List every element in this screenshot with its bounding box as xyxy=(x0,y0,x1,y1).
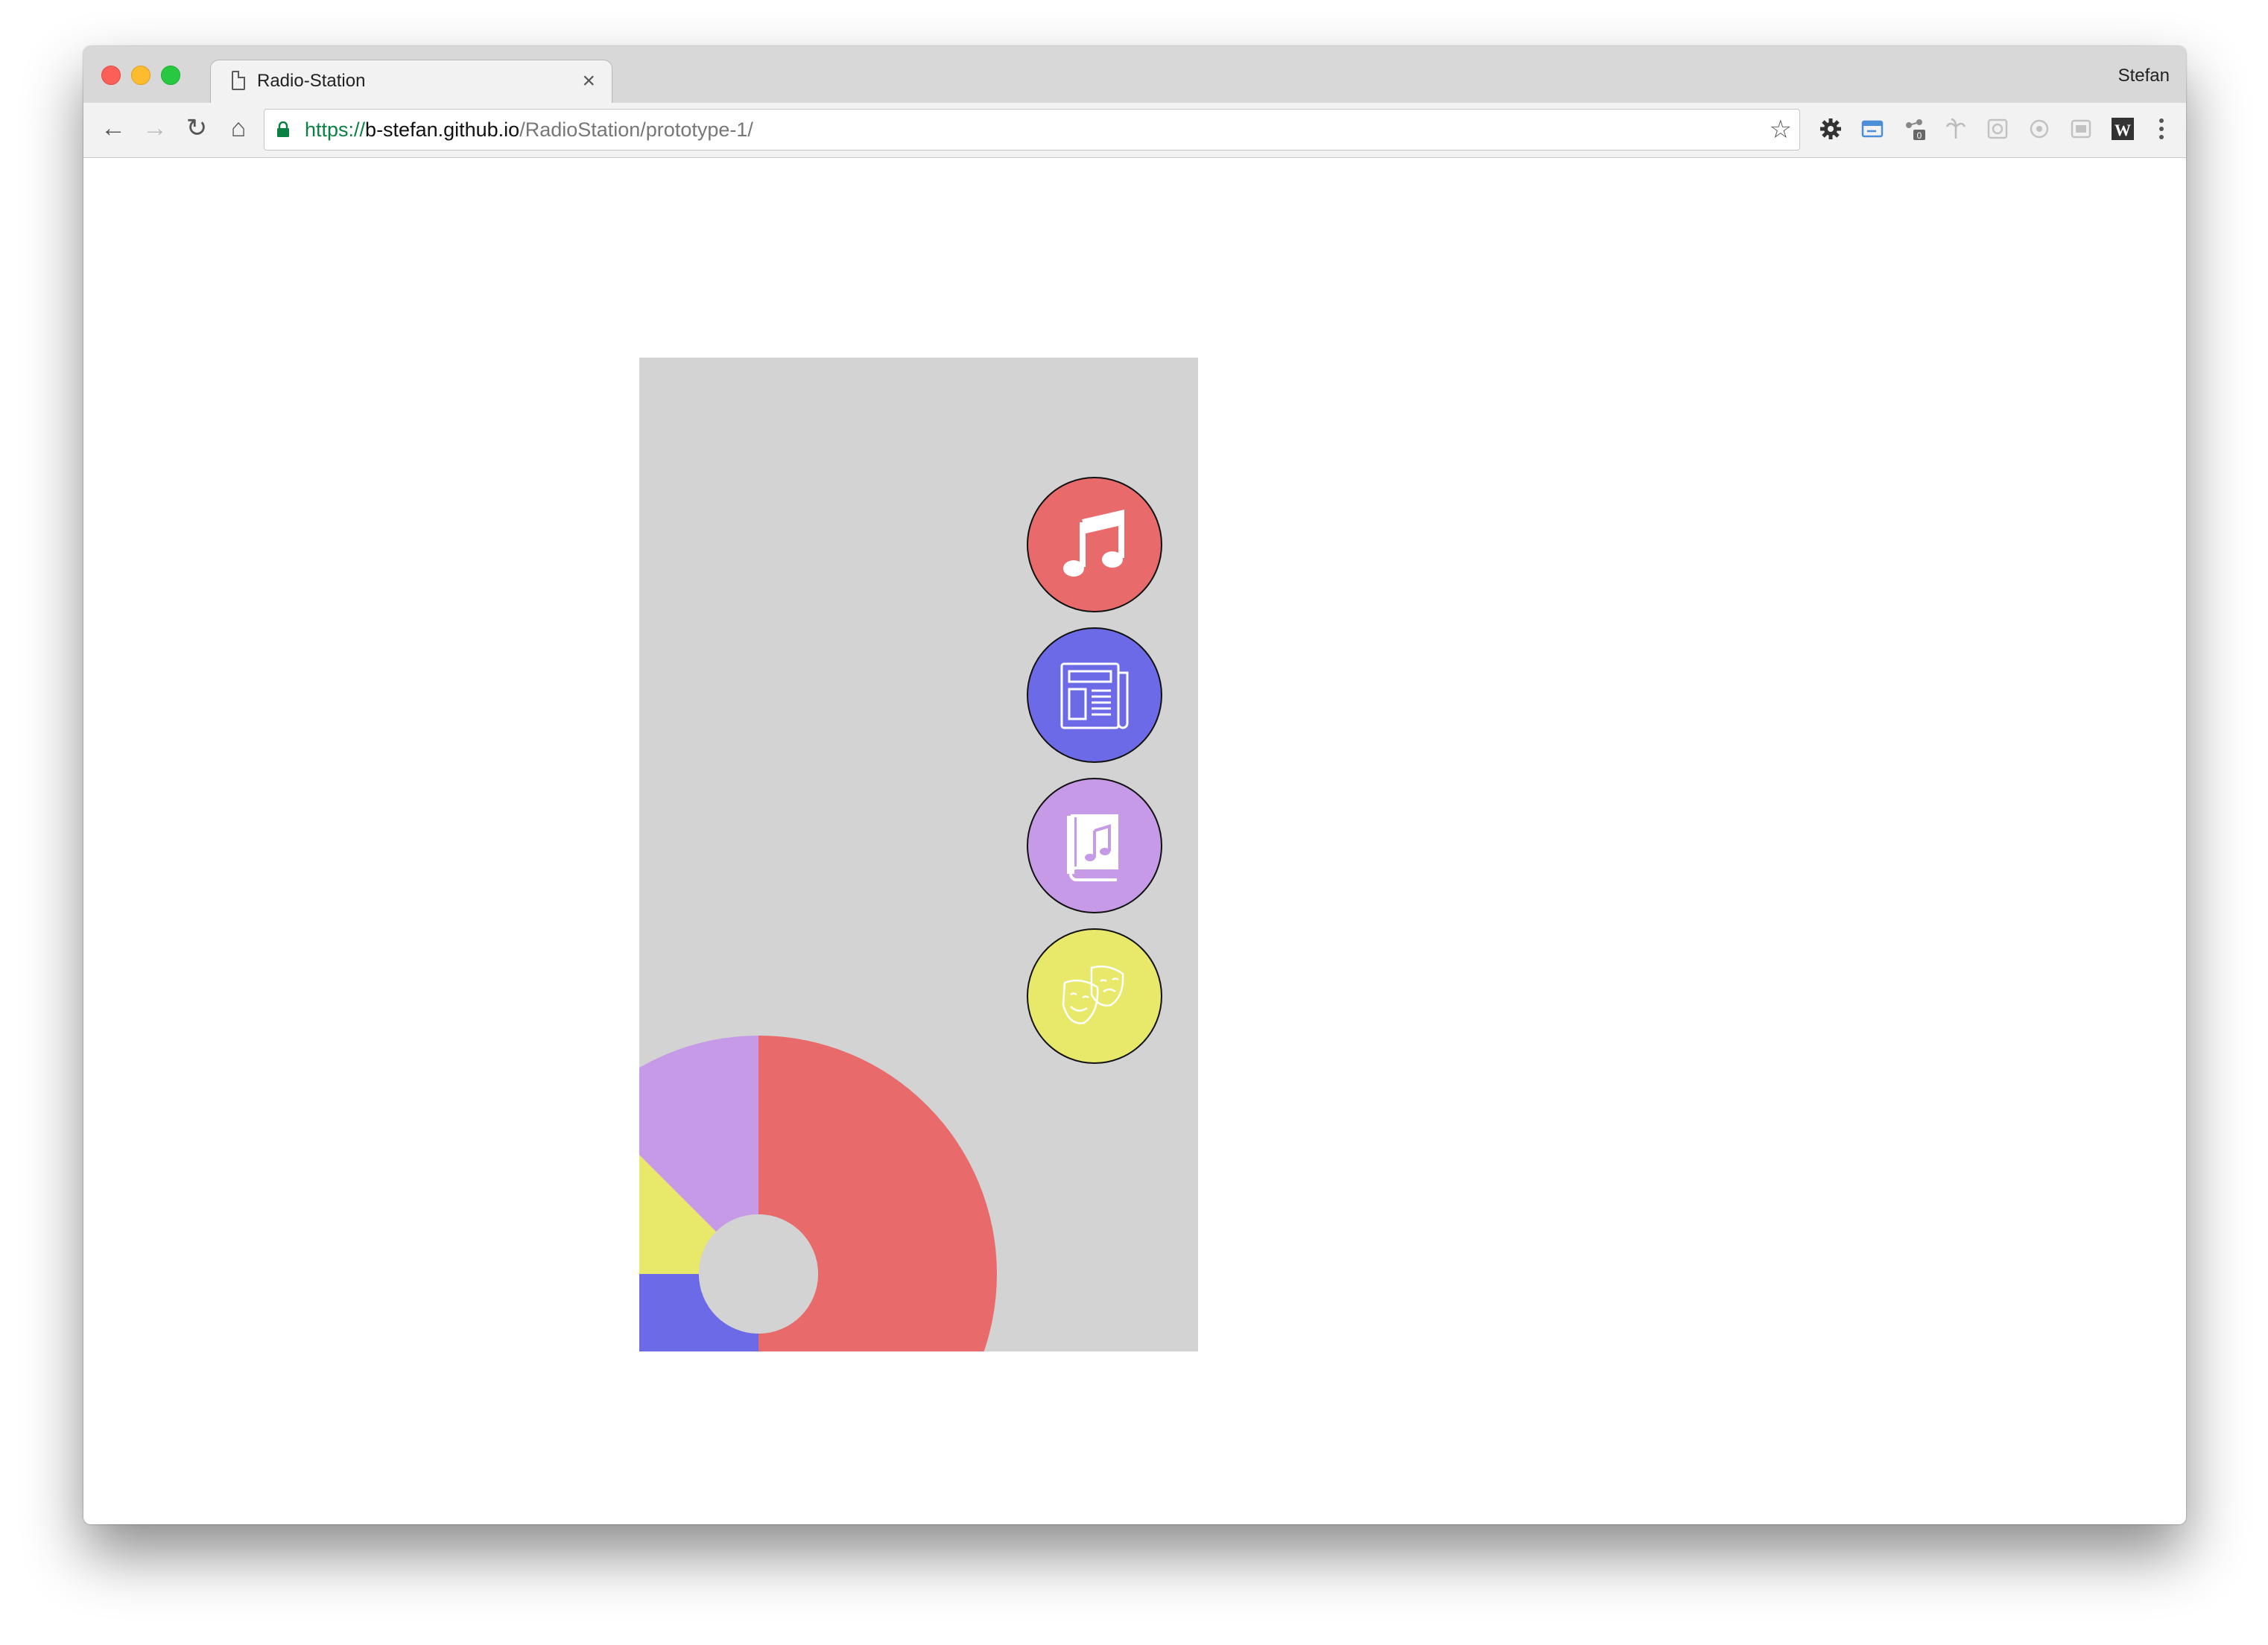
browser-window: Radio-Station × Stefan ← → ↻ ⌂ https://b… xyxy=(83,46,2186,1524)
network-extension-icon[interactable]: 0 xyxy=(1901,116,1927,142)
document-icon xyxy=(232,71,245,90)
browser-toolbar: ← → ↻ ⌂ https://b-stefan.github.io/Radio… xyxy=(83,103,2186,158)
tab-close-icon[interactable]: × xyxy=(582,68,595,95)
category-music-button[interactable] xyxy=(1027,477,1162,612)
reload-button[interactable]: ↻ xyxy=(182,113,212,143)
tab-radio-station[interactable]: Radio-Station × xyxy=(210,60,612,104)
category-theater-button[interactable] xyxy=(1027,928,1162,1064)
music-note-icon xyxy=(1063,509,1124,577)
grid-extension-icon[interactable] xyxy=(1985,116,2010,142)
address-bar[interactable]: https://b-stefan.github.io/RadioStation/… xyxy=(264,109,1800,150)
page-viewport xyxy=(83,158,2186,1524)
radio-app-screen xyxy=(639,358,1198,1351)
wheel-center xyxy=(699,1214,818,1334)
music-book-icon xyxy=(1067,814,1118,881)
category-audiobooks-button[interactable] xyxy=(1027,778,1162,913)
url-path: /RadioStation/prototype-1/ xyxy=(519,118,753,141)
tab-title: Radio-Station xyxy=(257,71,366,91)
back-button[interactable]: ← xyxy=(98,113,128,143)
palm-tree-extension-icon[interactable] xyxy=(1943,116,1968,142)
settings-extension-icon[interactable] xyxy=(2027,116,2052,142)
category-news-button[interactable] xyxy=(1027,627,1162,763)
window-close-button[interactable] xyxy=(101,66,121,85)
window-extension-icon[interactable] xyxy=(1860,116,1885,142)
window-minimize-button[interactable] xyxy=(131,66,151,85)
lock-icon xyxy=(277,121,289,137)
url-text: https://b-stefan.github.io/RadioStation/… xyxy=(305,118,753,142)
url-host: b-stefan.github.io xyxy=(365,118,520,141)
gear-icon[interactable] xyxy=(1818,116,1843,142)
svg-text:0: 0 xyxy=(1917,130,1922,141)
newspaper-icon xyxy=(1060,662,1129,729)
home-button[interactable]: ⌂ xyxy=(224,113,253,143)
browser-menu-icon[interactable] xyxy=(2158,116,2165,142)
theater-masks-icon xyxy=(1062,966,1124,1024)
url-scheme: https:// xyxy=(305,118,366,141)
forward-button[interactable]: → xyxy=(140,113,170,143)
w-extension-icon[interactable]: W xyxy=(2110,116,2135,142)
window-zoom-button[interactable] xyxy=(161,66,180,85)
bookmark-star-icon[interactable]: ☆ xyxy=(1770,117,1792,142)
tab-strip: Radio-Station × Stefan xyxy=(83,46,2186,104)
svg-text:W: W xyxy=(2115,121,2131,139)
profile-name[interactable]: Stefan xyxy=(2118,66,2170,86)
image-extension-icon[interactable] xyxy=(2068,116,2094,142)
